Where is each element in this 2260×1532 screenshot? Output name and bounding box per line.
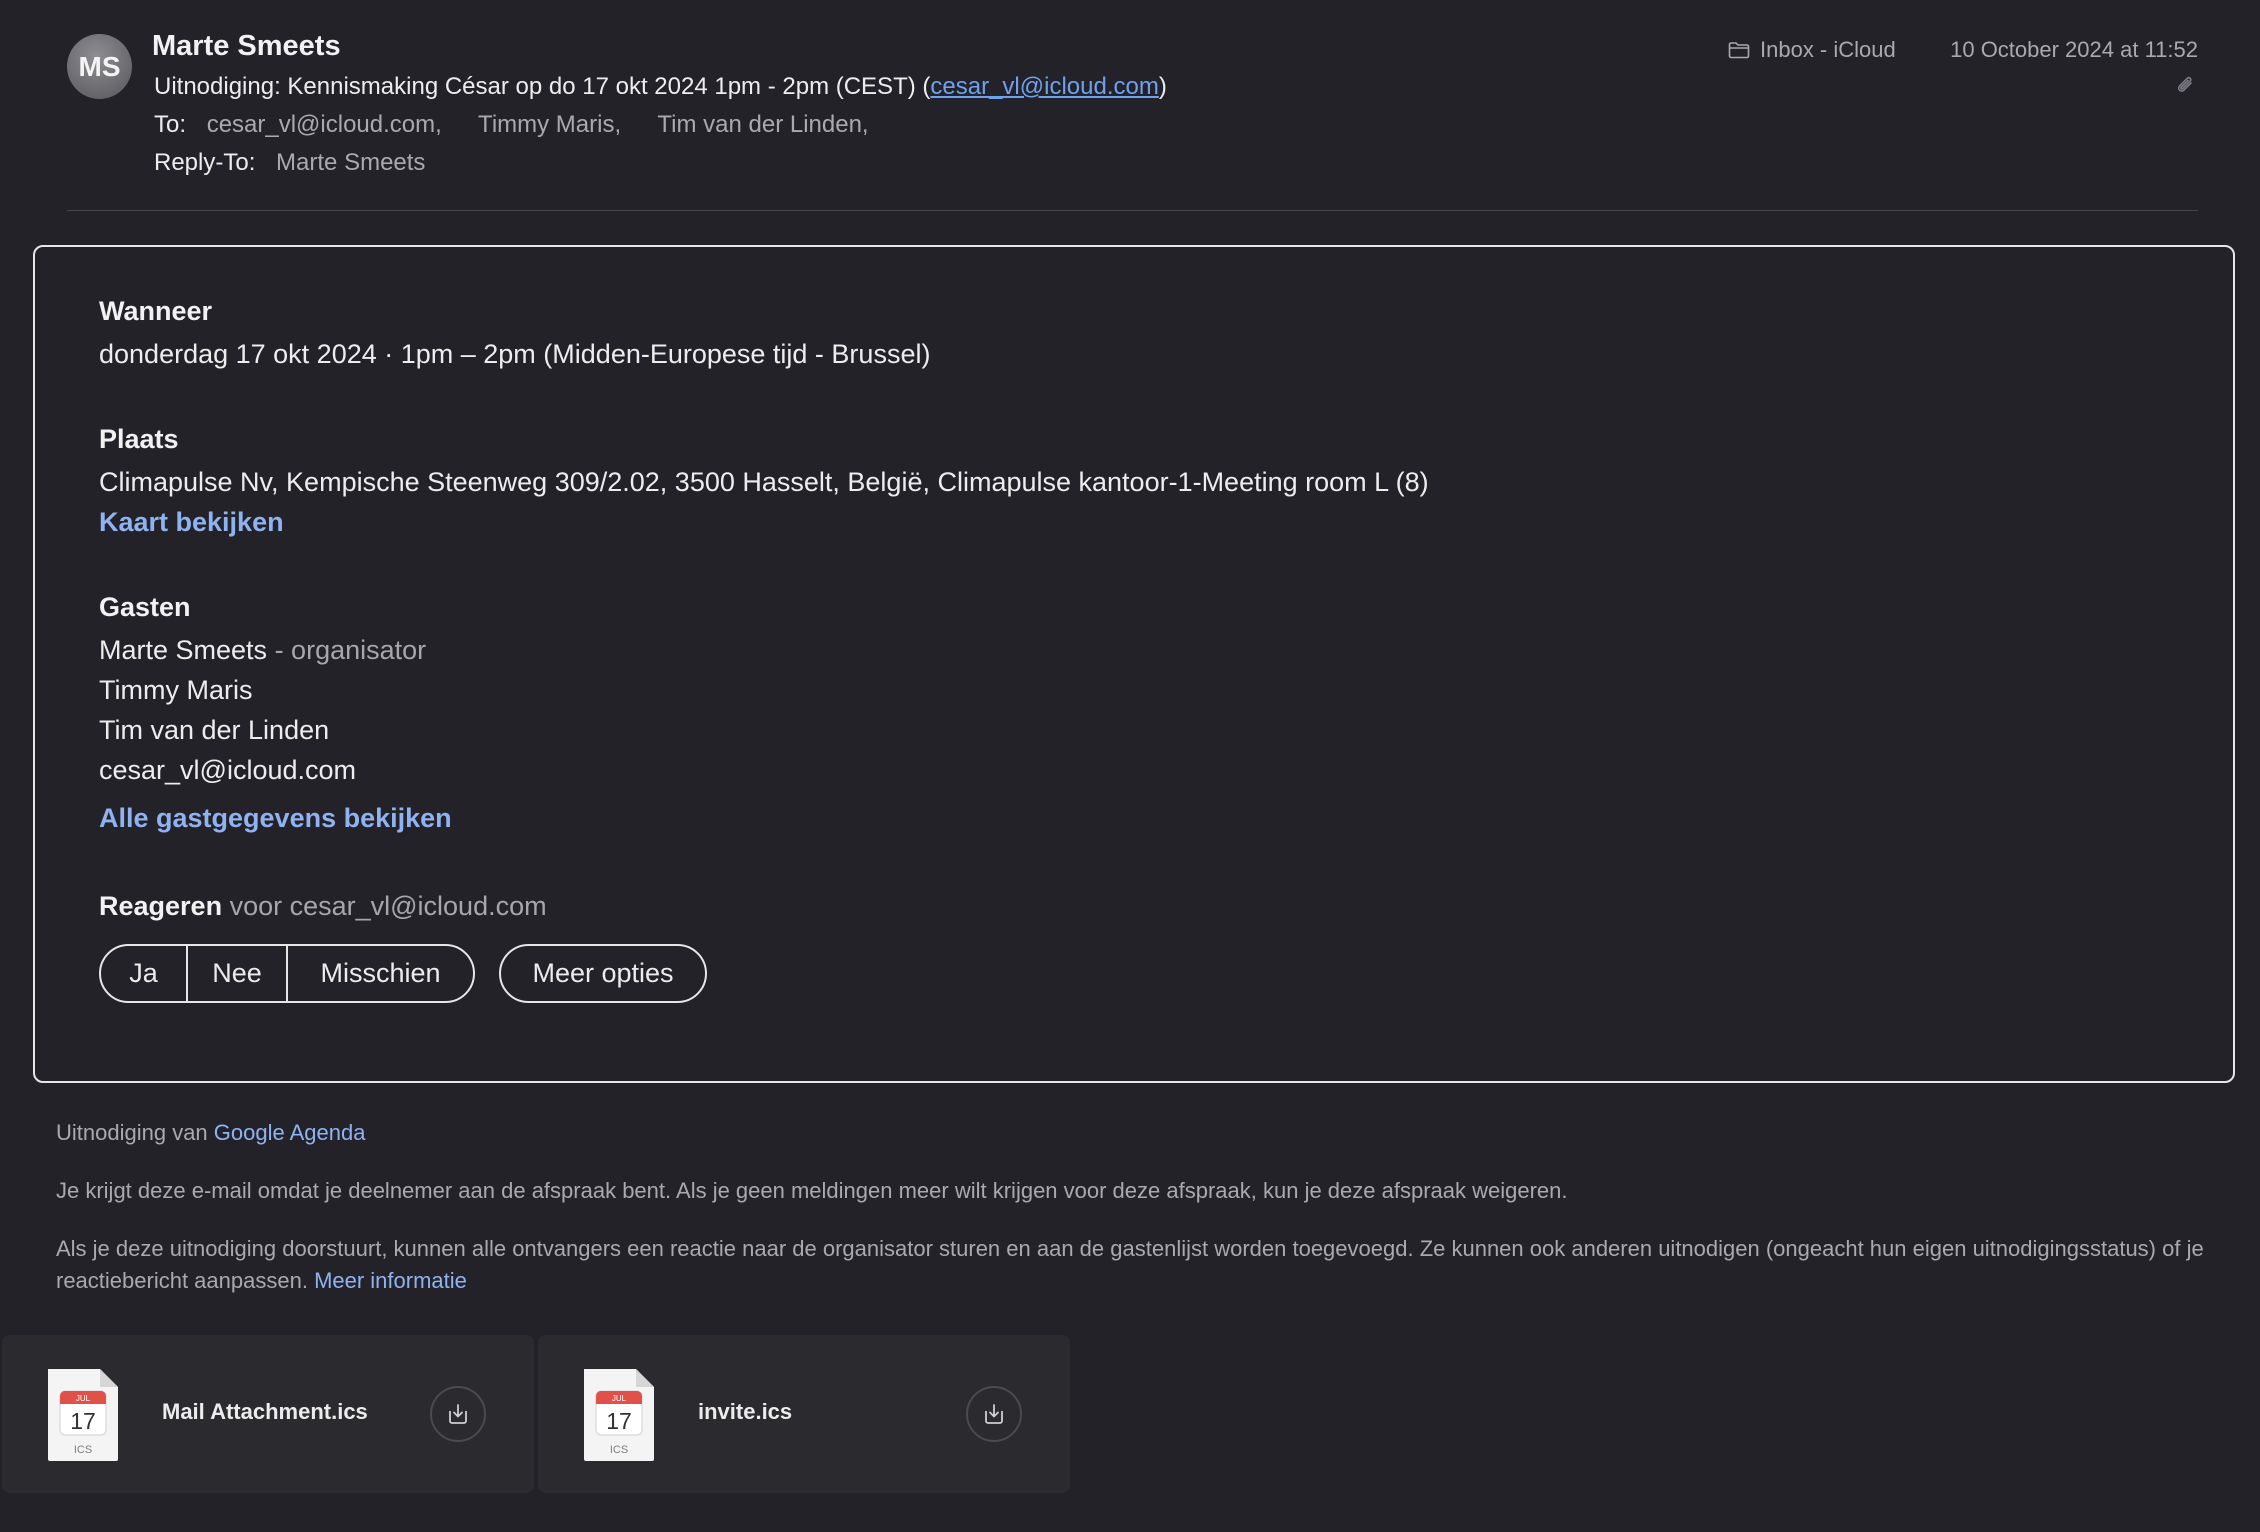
attachment-name: Mail Attachment.ics bbox=[162, 1399, 368, 1424]
message-header: MS Marte Smeets Uitnodiging: Kennismakin… bbox=[0, 0, 2260, 214]
mailbox-name: Inbox - iCloud bbox=[1760, 37, 1896, 62]
more-options-button[interactable]: Meer opties bbox=[499, 944, 707, 1003]
where-value: Climapulse Nv, Kempische Steenweg 309/2.… bbox=[99, 467, 1429, 497]
icon-day: 17 bbox=[606, 1408, 632, 1434]
icon-ext: ICS bbox=[74, 1444, 92, 1456]
guest-name: Tim van der Linden bbox=[99, 715, 330, 745]
to-label: To: bbox=[154, 111, 187, 138]
guests-title: Gasten bbox=[99, 592, 191, 622]
rsvp-label: Reageren bbox=[99, 891, 223, 921]
when-title: Wanneer bbox=[99, 296, 213, 326]
paperclip-icon bbox=[2174, 74, 2196, 103]
rsvp-maybe-button[interactable]: Misschien bbox=[288, 946, 473, 1001]
guest-item: Marte Smeets - organisator bbox=[99, 635, 426, 666]
guest-item: Tim van der Linden bbox=[99, 715, 329, 746]
guest-item: Timmy Maris bbox=[99, 675, 252, 706]
invite-source: Uitnodiging van Google Agenda bbox=[56, 1117, 365, 1149]
attachment-name: invite.ics bbox=[698, 1399, 793, 1424]
notice-text: Je krijgt deze e-mail omdat je deelnemer… bbox=[56, 1178, 1568, 1203]
rsvp-for: voor cesar_vl@icloud.com bbox=[222, 891, 547, 921]
rsvp-no-button[interactable]: Nee bbox=[188, 946, 288, 1001]
download-icon bbox=[985, 1404, 1003, 1424]
recipient[interactable]: Tim van der Linden, bbox=[657, 111, 868, 138]
calendar-file-icon: JUL 17 ICS bbox=[48, 1369, 118, 1461]
icon-day: 17 bbox=[70, 1408, 96, 1434]
google-calendar-link[interactable]: Google Agenda bbox=[214, 1120, 366, 1145]
avatar[interactable]: MS bbox=[67, 34, 132, 99]
invite-source-text: Uitnodiging van bbox=[56, 1120, 214, 1145]
rsvp-yes-button[interactable]: Ja bbox=[101, 946, 188, 1001]
reply-to-label: Reply-To: bbox=[154, 149, 256, 176]
subject-suffix: ) bbox=[1158, 73, 1167, 100]
subject-line: Uitnodiging: Kennismaking César op do 17… bbox=[154, 73, 1167, 101]
when-value: donderdag 17 okt 2024 · 1pm – 2pm (Midde… bbox=[99, 339, 931, 369]
view-map-link[interactable]: Kaart bekijken bbox=[99, 507, 284, 538]
message-date: 10 October 2024 at 11:52 bbox=[1950, 37, 2198, 62]
more-info-link[interactable]: Meer informatie bbox=[314, 1268, 467, 1293]
recipient[interactable]: cesar_vl@icloud.com, bbox=[207, 111, 442, 138]
forward-notice: Als je deze uitnodiging doorstuurt, kunn… bbox=[56, 1233, 2216, 1297]
icon-month: JUL bbox=[612, 1394, 627, 1403]
sender-name[interactable]: Marte Smeets bbox=[152, 30, 341, 63]
reply-to-address[interactable]: Marte Smeets bbox=[276, 149, 425, 176]
recipient[interactable]: Timmy Maris, bbox=[478, 111, 621, 138]
guest-item: cesar_vl@icloud.com bbox=[99, 755, 356, 786]
download-icon bbox=[449, 1404, 467, 1424]
download-button[interactable] bbox=[966, 1386, 1022, 1442]
header-divider bbox=[67, 210, 2198, 211]
subject-text: Uitnodiging: Kennismaking César op do 17… bbox=[154, 73, 931, 100]
view-all-guests-link[interactable]: Alle gastgegevens bekijken bbox=[99, 803, 452, 834]
attachment-item[interactable]: JUL 17 ICS invite.ics bbox=[538, 1335, 1070, 1493]
subject-email-link[interactable]: cesar_vl@icloud.com bbox=[930, 73, 1158, 100]
rsvp-title: Reageren voor cesar_vl@icloud.com bbox=[99, 891, 547, 922]
guest-name: cesar_vl@icloud.com bbox=[99, 755, 357, 785]
calendar-file-icon: JUL 17 ICS bbox=[584, 1369, 654, 1461]
icon-month: JUL bbox=[76, 1394, 91, 1403]
attachment-item[interactable]: JUL 17 ICS Mail Attachment.ics bbox=[2, 1335, 534, 1493]
guest-name: Marte Smeets bbox=[99, 635, 268, 665]
rsvp-button-group: Ja Nee Misschien bbox=[99, 944, 475, 1003]
reply-to-row: Reply-To: Marte Smeets bbox=[154, 149, 455, 177]
where-title: Plaats bbox=[99, 424, 179, 454]
download-button[interactable] bbox=[430, 1386, 486, 1442]
guest-role: - organisator bbox=[267, 635, 427, 665]
icon-ext: ICS bbox=[610, 1444, 628, 1456]
guest-name: Timmy Maris bbox=[99, 675, 253, 705]
mailbox-label[interactable]: Inbox - iCloud bbox=[1728, 37, 1896, 63]
folder-icon bbox=[1728, 42, 1750, 59]
to-row: To: cesar_vl@icloud.com, Timmy Maris, Ti… bbox=[154, 111, 899, 139]
invitation-card: Wanneer donderdag 17 okt 2024 · 1pm – 2p… bbox=[33, 245, 2235, 1083]
